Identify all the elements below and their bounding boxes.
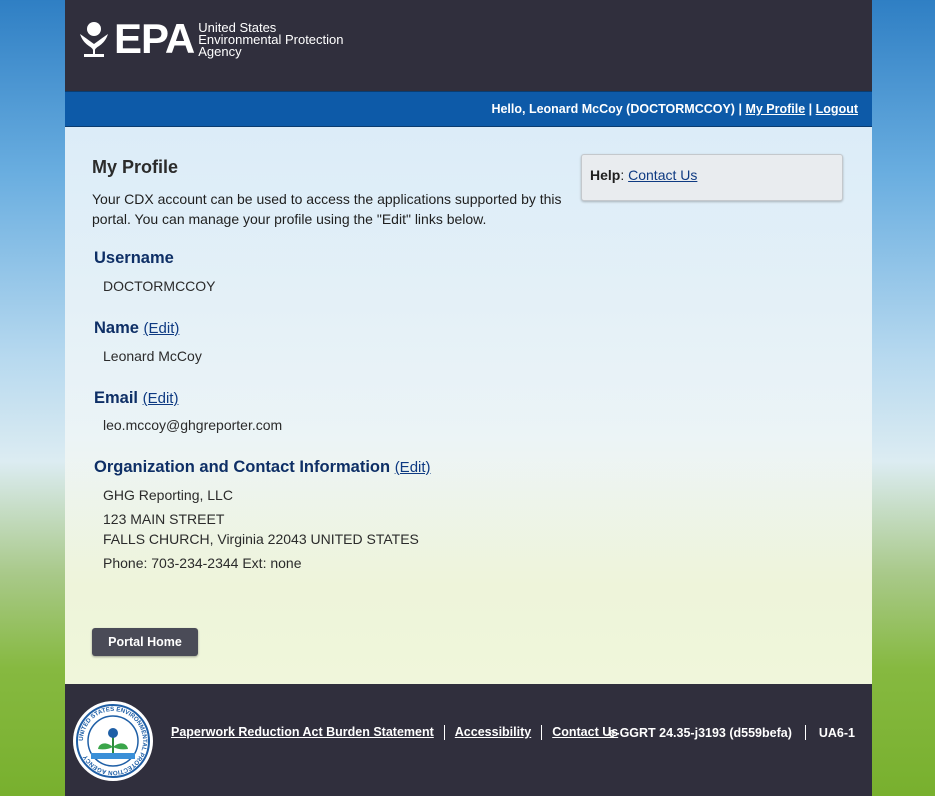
agency-line-3: Agency bbox=[198, 44, 242, 59]
ua-code: UA6-1 bbox=[818, 725, 855, 740]
address-line-1: 123 MAIN STREET bbox=[103, 511, 225, 527]
help-label: Help bbox=[590, 167, 621, 183]
username-heading: Username bbox=[94, 249, 174, 267]
username-value: DOCTORMCCOY bbox=[103, 278, 216, 294]
email-block: Email (Edit) leo.mccoy@ghgreporter.com bbox=[92, 389, 562, 433]
footer-paperwork-link[interactable]: Paperwork Reduction Act Burden Statement bbox=[171, 725, 434, 740]
footer-links: Paperwork Reduction Act Burden Statement… bbox=[171, 725, 618, 740]
organization-name: GHG Reporting, LLC bbox=[103, 487, 233, 503]
intro-text: Your CDX account can be used to access t… bbox=[92, 191, 562, 227]
organization-label: Organization and Contact Information bbox=[94, 458, 391, 476]
user-bar: Hello, Leonard McCoy (DOCTORMCCOY) | My … bbox=[65, 91, 872, 127]
name-label: Name bbox=[94, 319, 139, 337]
footer-divider bbox=[804, 725, 806, 740]
page-title: My Profile bbox=[92, 157, 179, 177]
address-line-2: FALLS CHURCH, Virginia 22043 UNITED STAT… bbox=[103, 531, 419, 547]
username-block: Username DOCTORMCCOY bbox=[92, 249, 562, 294]
user-greeting: Hello, Leonard McCoy (DOCTORMCCOY) bbox=[491, 102, 735, 116]
help-box: Help: Contact Us bbox=[581, 154, 843, 201]
footer-accessibility-link[interactable]: Accessibility bbox=[455, 725, 531, 740]
email-heading: Email (Edit) bbox=[94, 389, 562, 408]
footer-divider bbox=[541, 725, 543, 740]
name-heading: Name (Edit) bbox=[94, 319, 562, 338]
phone-value: Phone: 703-234-2344 Ext: none bbox=[103, 555, 302, 571]
footer-version-info: e-GGRT 24.35-j3193 (d559befa) UA6-1 bbox=[608, 725, 855, 740]
epa-flower-icon bbox=[80, 22, 108, 57]
help-colon: : bbox=[620, 167, 625, 183]
header: EPA United States Environmental Protecti… bbox=[65, 0, 872, 91]
my-profile-link[interactable]: My Profile bbox=[745, 102, 805, 116]
footer-divider bbox=[443, 725, 445, 740]
epa-seal-icon: UNITED STATES ENVIRONMENTAL PROTECTION A… bbox=[73, 701, 153, 781]
footer: UNITED STATES ENVIRONMENTAL PROTECTION A… bbox=[65, 684, 872, 796]
organization-heading: Organization and Contact Information (Ed… bbox=[94, 458, 562, 477]
name-block: Name (Edit) Leonard McCoy bbox=[92, 319, 562, 364]
main-content: My Profile Your CDX account can be used … bbox=[65, 127, 872, 684]
portal-home-button[interactable]: Portal Home bbox=[92, 628, 198, 656]
separator: | bbox=[808, 102, 813, 116]
logo-text: EPA bbox=[114, 15, 195, 62]
organization-edit-link[interactable]: (Edit) bbox=[395, 459, 431, 476]
separator: | bbox=[738, 102, 742, 116]
profile-section: My Profile Your CDX account can be used … bbox=[92, 157, 562, 571]
name-value: Leonard McCoy bbox=[103, 348, 202, 364]
organization-block: Organization and Contact Information (Ed… bbox=[92, 458, 562, 571]
version-text: e-GGRT 24.35-j3193 (d559befa) bbox=[608, 725, 792, 740]
page: EPA United States Environmental Protecti… bbox=[65, 0, 872, 796]
help-contact-us-link[interactable]: Contact Us bbox=[628, 167, 697, 183]
email-value: leo.mccoy@ghgreporter.com bbox=[103, 417, 283, 433]
logout-link[interactable]: Logout bbox=[816, 102, 858, 116]
email-edit-link[interactable]: (Edit) bbox=[143, 390, 179, 407]
name-edit-link[interactable]: (Edit) bbox=[144, 320, 180, 337]
epa-logo[interactable]: EPA United States Environmental Protecti… bbox=[78, 15, 344, 62]
email-label: Email bbox=[94, 389, 139, 407]
agency-name: United States Environmental Protection A… bbox=[198, 21, 343, 59]
